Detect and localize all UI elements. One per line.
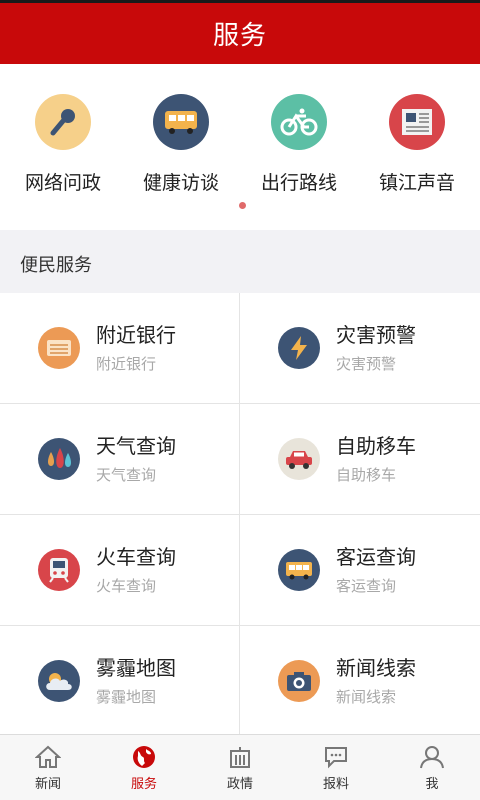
building-icon xyxy=(230,747,250,768)
tab-report[interactable]: 报料 xyxy=(288,735,384,800)
cloud-icon xyxy=(38,660,80,702)
bottom-tab-bar: 新闻 服务 政情 报料 我 xyxy=(0,734,480,800)
header-bar: 服务 xyxy=(0,3,480,64)
train-icon xyxy=(38,549,80,591)
quick-item-label: 镇江声音 xyxy=(378,172,455,194)
user-icon xyxy=(420,746,444,769)
service-title: 火车查询 xyxy=(96,545,176,569)
service-subtitle: 客运查询 xyxy=(336,577,397,595)
service-grid: 附近银行 附近银行 灾害预警 灾害预警 天气查询 天气查询 自助移车 自助移车 … xyxy=(0,293,480,737)
quick-item-travel-route[interactable]: 出行路线 xyxy=(244,94,354,195)
service-self-move-car[interactable]: 自助移车 自助移车 xyxy=(240,404,480,515)
service-subtitle: 新闻线索 xyxy=(336,688,397,706)
service-title: 附近银行 xyxy=(96,323,176,347)
tab-politics[interactable]: 政情 xyxy=(192,735,288,800)
microphone-icon xyxy=(35,94,91,150)
raindrops-icon xyxy=(38,438,80,480)
page-title: 服务 xyxy=(212,21,267,51)
service-subtitle: 自助移车 xyxy=(336,466,397,484)
quick-item-label: 网络问政 xyxy=(24,172,101,194)
service-subtitle: 火车查询 xyxy=(96,577,157,595)
service-disaster-warning[interactable]: 灾害预警 灾害预警 xyxy=(240,293,480,404)
tab-label: 新闻 xyxy=(34,777,61,792)
lightning-icon xyxy=(278,327,320,369)
chat-bubble-icon xyxy=(325,747,347,769)
service-title: 天气查询 xyxy=(96,434,176,458)
service-weather-query[interactable]: 天气查询 天气查询 xyxy=(0,404,240,515)
service-coach-query[interactable]: 客运查询 客运查询 xyxy=(240,515,480,626)
service-subtitle: 天气查询 xyxy=(96,466,157,484)
camera-icon xyxy=(278,660,320,702)
quick-item-health-interview[interactable]: 健康访谈 xyxy=(126,94,236,195)
service-smog-map[interactable]: 雾霾地图 雾霾地图 xyxy=(0,626,240,737)
bicycle-icon xyxy=(271,94,327,150)
tab-me[interactable]: 我 xyxy=(384,735,480,800)
service-subtitle: 附近银行 xyxy=(96,355,157,373)
page-indicator-dot xyxy=(239,202,246,209)
tab-label: 报料 xyxy=(322,777,349,792)
bus-icon xyxy=(153,94,209,150)
tab-news[interactable]: 新闻 xyxy=(0,735,96,800)
section-header: 便民服务 xyxy=(0,230,480,293)
quick-item-label: 出行路线 xyxy=(260,172,337,194)
quick-item-zhenjiang-voice[interactable]: 镇江声音 xyxy=(362,94,472,195)
quick-item-label: 健康访谈 xyxy=(142,172,219,194)
service-subtitle: 灾害预警 xyxy=(336,355,397,373)
service-news-tip[interactable]: 新闻线索 新闻线索 xyxy=(240,626,480,737)
service-subtitle: 雾霾地图 xyxy=(96,688,157,706)
app-root: 服务 网络问政 健康访谈 出行路线 镇江声音 便民服务 附近银行 附近银行 灾害… xyxy=(0,0,480,800)
service-title: 客运查询 xyxy=(336,545,416,569)
service-nearby-bank[interactable]: 附近银行 附近银行 xyxy=(0,293,240,404)
home-icon xyxy=(35,745,61,768)
service-title: 灾害预警 xyxy=(336,323,416,347)
tab-label: 服务 xyxy=(130,777,157,792)
newspaper-icon xyxy=(389,94,445,150)
tab-service[interactable]: 服务 xyxy=(96,735,192,800)
car-icon xyxy=(278,438,320,480)
bankcard-icon xyxy=(38,327,80,369)
service-title: 新闻线索 xyxy=(336,656,416,680)
service-train-query[interactable]: 火车查询 火车查询 xyxy=(0,515,240,626)
globe-icon xyxy=(133,746,155,768)
service-title: 自助移车 xyxy=(336,434,416,458)
quick-access-panel: 网络问政 健康访谈 出行路线 镇江声音 xyxy=(0,64,480,230)
section-title: 便民服务 xyxy=(20,254,92,276)
coach-icon xyxy=(278,549,320,591)
tab-label: 我 xyxy=(425,777,439,792)
tab-label: 政情 xyxy=(226,777,253,792)
quick-item-online-politics[interactable]: 网络问政 xyxy=(8,94,118,195)
service-title: 雾霾地图 xyxy=(96,656,176,680)
